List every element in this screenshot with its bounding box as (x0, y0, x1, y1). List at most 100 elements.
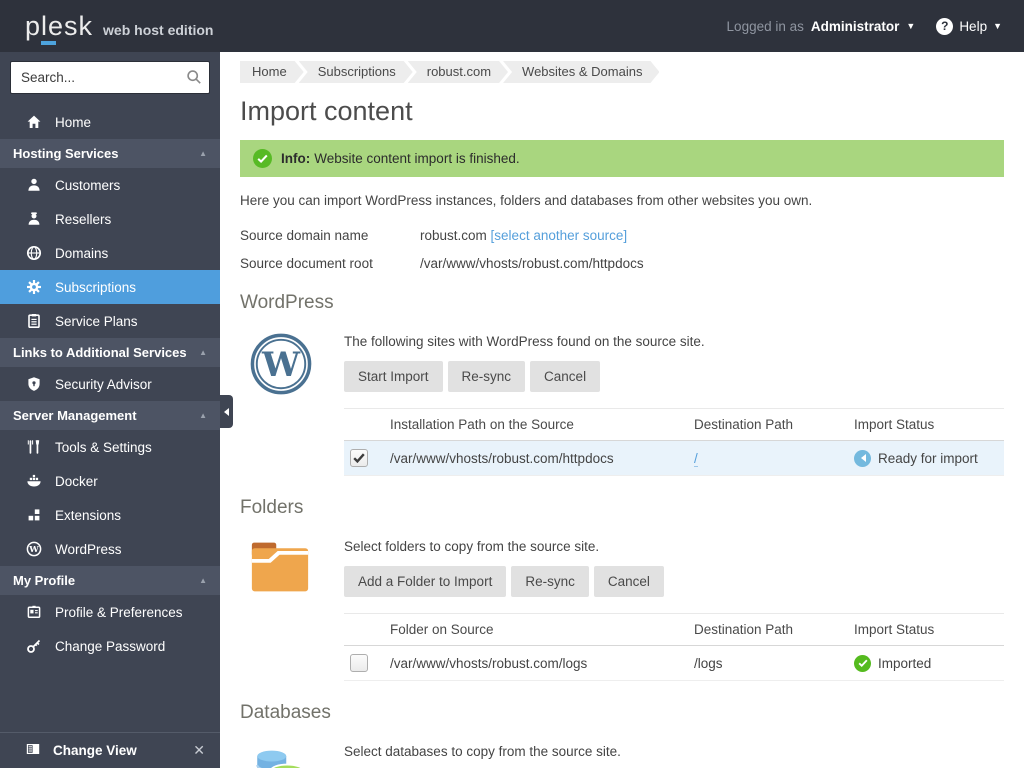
sidebar-item-docker[interactable]: Docker (0, 464, 220, 498)
help-icon: ? (936, 17, 954, 35)
logged-in-as-label: Logged in as (726, 18, 804, 34)
chevron-down-icon[interactable]: ▼ (906, 21, 915, 31)
wordpress-section: WordPress W The following sites with Wor… (240, 292, 1004, 476)
user-menu[interactable]: Administrator (811, 19, 900, 34)
search-icon[interactable] (186, 69, 202, 88)
databases-section-title: Databases (240, 702, 331, 723)
sidebar-item-domains[interactable]: Domains (0, 236, 220, 270)
sidebar-item-wordpress[interactable]: W WordPress (0, 532, 220, 566)
top-bar: plesk web host edition Logged in as Admi… (0, 0, 1024, 52)
database-icon (240, 741, 344, 768)
clipboard-icon (25, 313, 43, 329)
sidebar-item-resellers[interactable]: Resellers (0, 202, 220, 236)
tools-icon (25, 439, 43, 455)
folders-header-status: Import Status (848, 613, 1004, 646)
select-another-source-link[interactable]: [select another source] (491, 228, 628, 243)
edition-label: web host edition (103, 21, 214, 38)
id-badge-icon (25, 604, 43, 620)
wordpress-header-source: Installation Path on the Source (384, 408, 688, 441)
close-icon[interactable]: ✕ (193, 742, 205, 759)
svg-text:W: W (28, 545, 39, 555)
folders-header-source: Folder on Source (384, 613, 688, 646)
add-folder-button[interactable]: Add a Folder to Import (344, 566, 507, 597)
chevron-up-icon: ▲ (199, 576, 207, 585)
breadcrumb-subscriptions[interactable]: Subscriptions (299, 61, 413, 83)
databases-section: Databases Select databases to copy from … (240, 702, 1004, 768)
folders-row-status: Imported (854, 654, 998, 672)
breadcrumb-domain[interactable]: robust.com (408, 61, 508, 83)
wordpress-cancel-button[interactable]: Cancel (530, 361, 601, 392)
source-root-label: Source document root (240, 256, 373, 271)
start-import-button[interactable]: Start Import (344, 361, 443, 392)
folders-description: Select folders to copy from the source s… (344, 539, 600, 554)
sidebar-item-extensions[interactable]: Extensions (0, 498, 220, 532)
plesk-logo-text: plesk (25, 11, 93, 45)
folders-cancel-button[interactable]: Cancel (593, 566, 664, 597)
shield-icon (25, 376, 43, 392)
sidebar-item-tools-settings[interactable]: Tools & Settings (0, 430, 220, 464)
info-banner-text: Info: Website content import is finished. (281, 151, 520, 166)
wordpress-header-checkbox (344, 408, 384, 441)
wordpress-icon: W (25, 541, 43, 557)
globe-icon (25, 245, 43, 261)
sidebar-collapse-handle[interactable] (220, 395, 233, 428)
wordpress-table: Installation Path on the Source Destinat… (344, 408, 1004, 476)
folders-row-checkbox[interactable] (350, 654, 368, 672)
svg-text:W: W (261, 344, 301, 384)
wordpress-row-checkbox[interactable] (350, 449, 368, 467)
ready-for-import-icon (854, 449, 871, 467)
wordpress-header-status: Import Status (848, 408, 1004, 441)
folders-header-checkbox (344, 613, 384, 646)
source-domain-row: Source domain name robust.com [select an… (240, 228, 1004, 243)
sidebar-item-subscriptions[interactable]: Subscriptions (0, 270, 220, 304)
sidebar-item-home[interactable]: Home (0, 105, 220, 139)
folders-resync-button[interactable]: Re-sync (511, 566, 589, 597)
sidebar: Home Hosting Services ▲ Customers Resell… (0, 52, 220, 768)
wordpress-resync-button[interactable]: Re-sync (447, 361, 526, 392)
wordpress-logo-icon: W (240, 331, 344, 476)
breadcrumb-home[interactable]: Home (240, 61, 304, 83)
sidebar-item-customers[interactable]: Customers (0, 168, 220, 202)
wordpress-row-destination-link[interactable]: / (694, 450, 698, 467)
sidebar-item-security-advisor[interactable]: Security Advisor (0, 367, 220, 401)
sidebar-item-change-password[interactable]: Change Password (0, 629, 220, 663)
source-root-row: Source document root /var/www/vhosts/rob… (240, 256, 1004, 271)
docker-whale-icon (25, 473, 43, 489)
change-view-button[interactable]: Change View ✕ (0, 732, 220, 768)
help-menu[interactable]: ? Help ▼ (936, 17, 1002, 35)
sidebar-item-service-plans[interactable]: Service Plans (0, 304, 220, 338)
folders-section-title: Folders (240, 497, 304, 518)
chevron-up-icon: ▲ (199, 348, 207, 357)
main-content: Home Subscriptions robust.com Websites &… (220, 52, 1024, 768)
gear-icon (25, 279, 43, 295)
layout-icon (25, 741, 41, 760)
breadcrumb: Home Subscriptions robust.com Websites &… (240, 61, 1004, 83)
info-banner: Info: Website content import is finished. (240, 140, 1004, 177)
sidebar-group-additional-services[interactable]: Links to Additional Services ▲ (0, 338, 220, 367)
resellers-icon (25, 211, 43, 227)
source-root-value: /var/www/vhosts/robust.com/httpdocs (420, 256, 644, 271)
search-input[interactable] (10, 61, 210, 94)
chevron-up-icon: ▲ (199, 411, 207, 420)
source-domain-label: Source domain name (240, 228, 369, 243)
chevron-left-icon (224, 407, 229, 416)
customers-icon (25, 177, 43, 193)
sidebar-item-profile-preferences[interactable]: Profile & Preferences (0, 595, 220, 629)
folder-icon (240, 536, 344, 681)
wordpress-row-source: /var/www/vhosts/robust.com/httpdocs (384, 440, 688, 476)
folders-row-destination: /logs (688, 645, 848, 681)
chevron-up-icon: ▲ (199, 149, 207, 158)
wordpress-description: The following sites with WordPress found… (344, 334, 705, 349)
sidebar-group-my-profile[interactable]: My Profile ▲ (0, 566, 220, 595)
sidebar-group-hosting-services[interactable]: Hosting Services ▲ (0, 139, 220, 168)
success-check-icon (253, 149, 272, 168)
folders-table-row: /var/www/vhosts/robust.com/logs /logs Im… (344, 645, 1004, 681)
breadcrumb-websites-domains[interactable]: Websites & Domains (503, 61, 659, 83)
wordpress-section-title: WordPress (240, 292, 334, 313)
sidebar-group-server-management[interactable]: Server Management ▲ (0, 401, 220, 430)
wordpress-header-destination: Destination Path (688, 408, 848, 441)
plesk-logo[interactable]: plesk web host edition (0, 11, 214, 45)
folders-header-destination: Destination Path (688, 613, 848, 646)
key-icon (25, 638, 43, 654)
source-domain-value: robust.com [select another source] (420, 228, 628, 243)
